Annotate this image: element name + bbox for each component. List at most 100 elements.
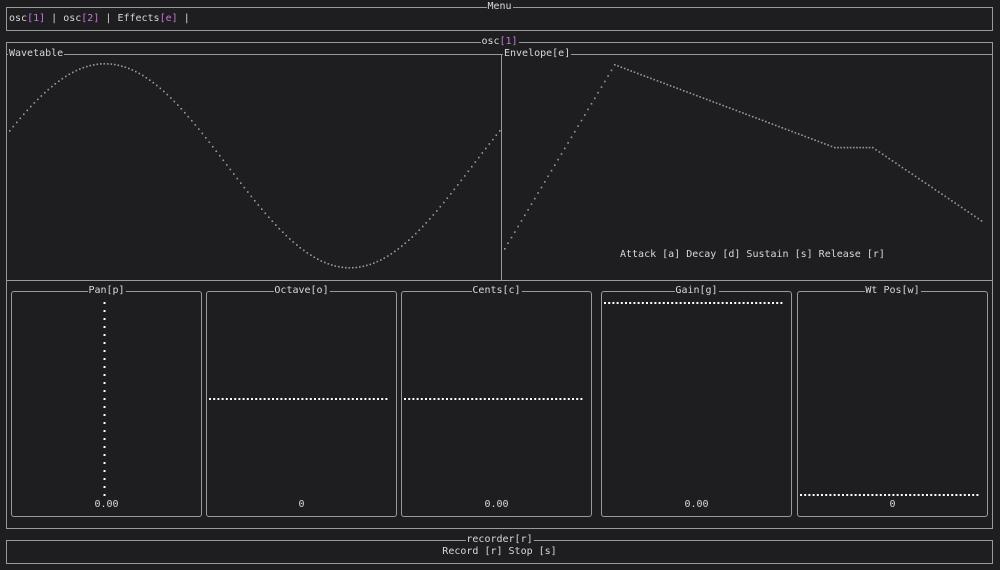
knob-level-dot [963, 494, 966, 496]
envelope-point [570, 136, 573, 139]
envelope-point [820, 141, 823, 144]
envelope-point [666, 83, 669, 86]
wavetable-point [40, 95, 43, 97]
wavetable-point [138, 72, 141, 75]
knob-level-dot [896, 494, 899, 496]
knob-panel-gain[interactable]: Gain[g] 0.00 [601, 285, 792, 517]
envelope-point [520, 220, 523, 222]
recorder-controls[interactable]: Record [r] Stop [s] [7, 546, 992, 557]
knob-level-dot [662, 302, 665, 304]
envelope-point [607, 75, 609, 77]
envelope-point [878, 151, 881, 153]
knob-level-dot [322, 398, 325, 400]
envelope-point [862, 146, 865, 149]
wavetable-point [278, 227, 281, 230]
wavetable-point [327, 263, 330, 265]
knob-level-dot [525, 398, 528, 400]
knob-level-dot [251, 398, 253, 400]
knob-panel-cents[interactable]: Cents[c] 0.00 [401, 285, 592, 517]
knob-level-dot [103, 446, 106, 448]
envelope-point [686, 91, 688, 93]
wavetable-point [166, 93, 169, 96]
envelope-point [584, 114, 586, 116]
wavetable-point [33, 102, 36, 104]
knob-level-dot [263, 398, 266, 400]
knob-level-dot [288, 398, 291, 400]
wavetable-point [72, 71, 74, 74]
knob-panel-pan[interactable]: Pan[p] 0.00 [11, 285, 202, 517]
menu-item-osc-1[interactable]: osc[1] [9, 13, 45, 24]
envelope-point [957, 204, 960, 207]
knob-level-dot [416, 398, 419, 400]
wavetable-point [450, 193, 452, 195]
envelope-point [837, 146, 839, 149]
knob-level-dot [284, 398, 287, 400]
envelope-graph[interactable] [504, 58, 989, 276]
envelope-point [728, 107, 731, 109]
wavetable-point [219, 154, 221, 157]
knob-level-dot [833, 494, 836, 496]
envelope-point [970, 213, 973, 215]
knob-level-dot [654, 302, 657, 304]
knob-value: 0.00 [684, 499, 709, 510]
knob-level-dot [825, 494, 828, 496]
wavetable-point [317, 258, 319, 260]
envelope-point [702, 97, 705, 99]
envelope-point [901, 166, 904, 169]
wavetable-point [261, 208, 263, 210]
wavetable-point [352, 266, 354, 269]
envelope-point [550, 169, 553, 172]
knob-level-dot [103, 406, 106, 408]
menu-title: Menu [486, 1, 513, 13]
envelope-point [974, 215, 976, 218]
wavetable-point [443, 201, 445, 204]
knob-level-dot [608, 302, 611, 304]
wavetable-point [68, 73, 71, 76]
knob-level-dot [658, 302, 661, 304]
knob-level-dot [871, 494, 874, 496]
envelope-point [537, 192, 539, 194]
envelope-point [748, 114, 751, 117]
envelope-point [679, 88, 682, 91]
knob-level-dot [530, 398, 532, 400]
menu-item-effects[interactable]: Effects[e] [117, 13, 177, 24]
envelope-point [807, 136, 810, 139]
knob-level-dot [420, 398, 423, 400]
menu-item-osc-2[interactable]: osc[2] [63, 13, 99, 24]
knob-level-dot [103, 382, 106, 384]
knob-level-dot [103, 358, 106, 360]
envelope-point [738, 111, 741, 113]
wavetable-point [268, 216, 270, 219]
envelope-point [650, 77, 652, 80]
knob-level-dot [450, 398, 453, 400]
envelope-point [859, 146, 861, 149]
wavetable-point [16, 121, 18, 124]
menu-separator: | [51, 13, 58, 24]
knob-level-dot [905, 494, 907, 496]
knob-level-dot [650, 302, 653, 304]
knob-level-dot [377, 398, 379, 400]
envelope-point [941, 193, 943, 195]
wavetable-point [229, 168, 232, 171]
wavetable-point [369, 263, 372, 266]
knob-level-dot [255, 398, 258, 400]
knob-panel-wt-pos[interactable]: Wt Pos[w] 0 [797, 285, 988, 517]
graph-top-border [7, 54, 992, 55]
knob-level-dot [381, 398, 384, 400]
envelope-point [627, 68, 629, 71]
knob-level-dot [713, 302, 716, 304]
envelope-point [849, 146, 852, 149]
wavetable-point [467, 170, 470, 173]
recorder-title: recorder[r] [465, 534, 534, 546]
knob-level-dot [913, 494, 916, 496]
knob-panel-octave[interactable]: Octave[o] 0 [206, 285, 397, 517]
wavetable-point [355, 266, 358, 269]
wavetable-point [324, 261, 326, 264]
envelope-point [604, 80, 606, 83]
wavetable-point [446, 197, 449, 199]
knob-level-dot [604, 302, 606, 304]
envelope-point [504, 248, 506, 250]
envelope-adsr-labels: Attack [a] Decay [d] Sustain [s] Release… [620, 249, 885, 260]
wavetable-point [275, 224, 277, 226]
knob-level-dot [921, 494, 924, 496]
